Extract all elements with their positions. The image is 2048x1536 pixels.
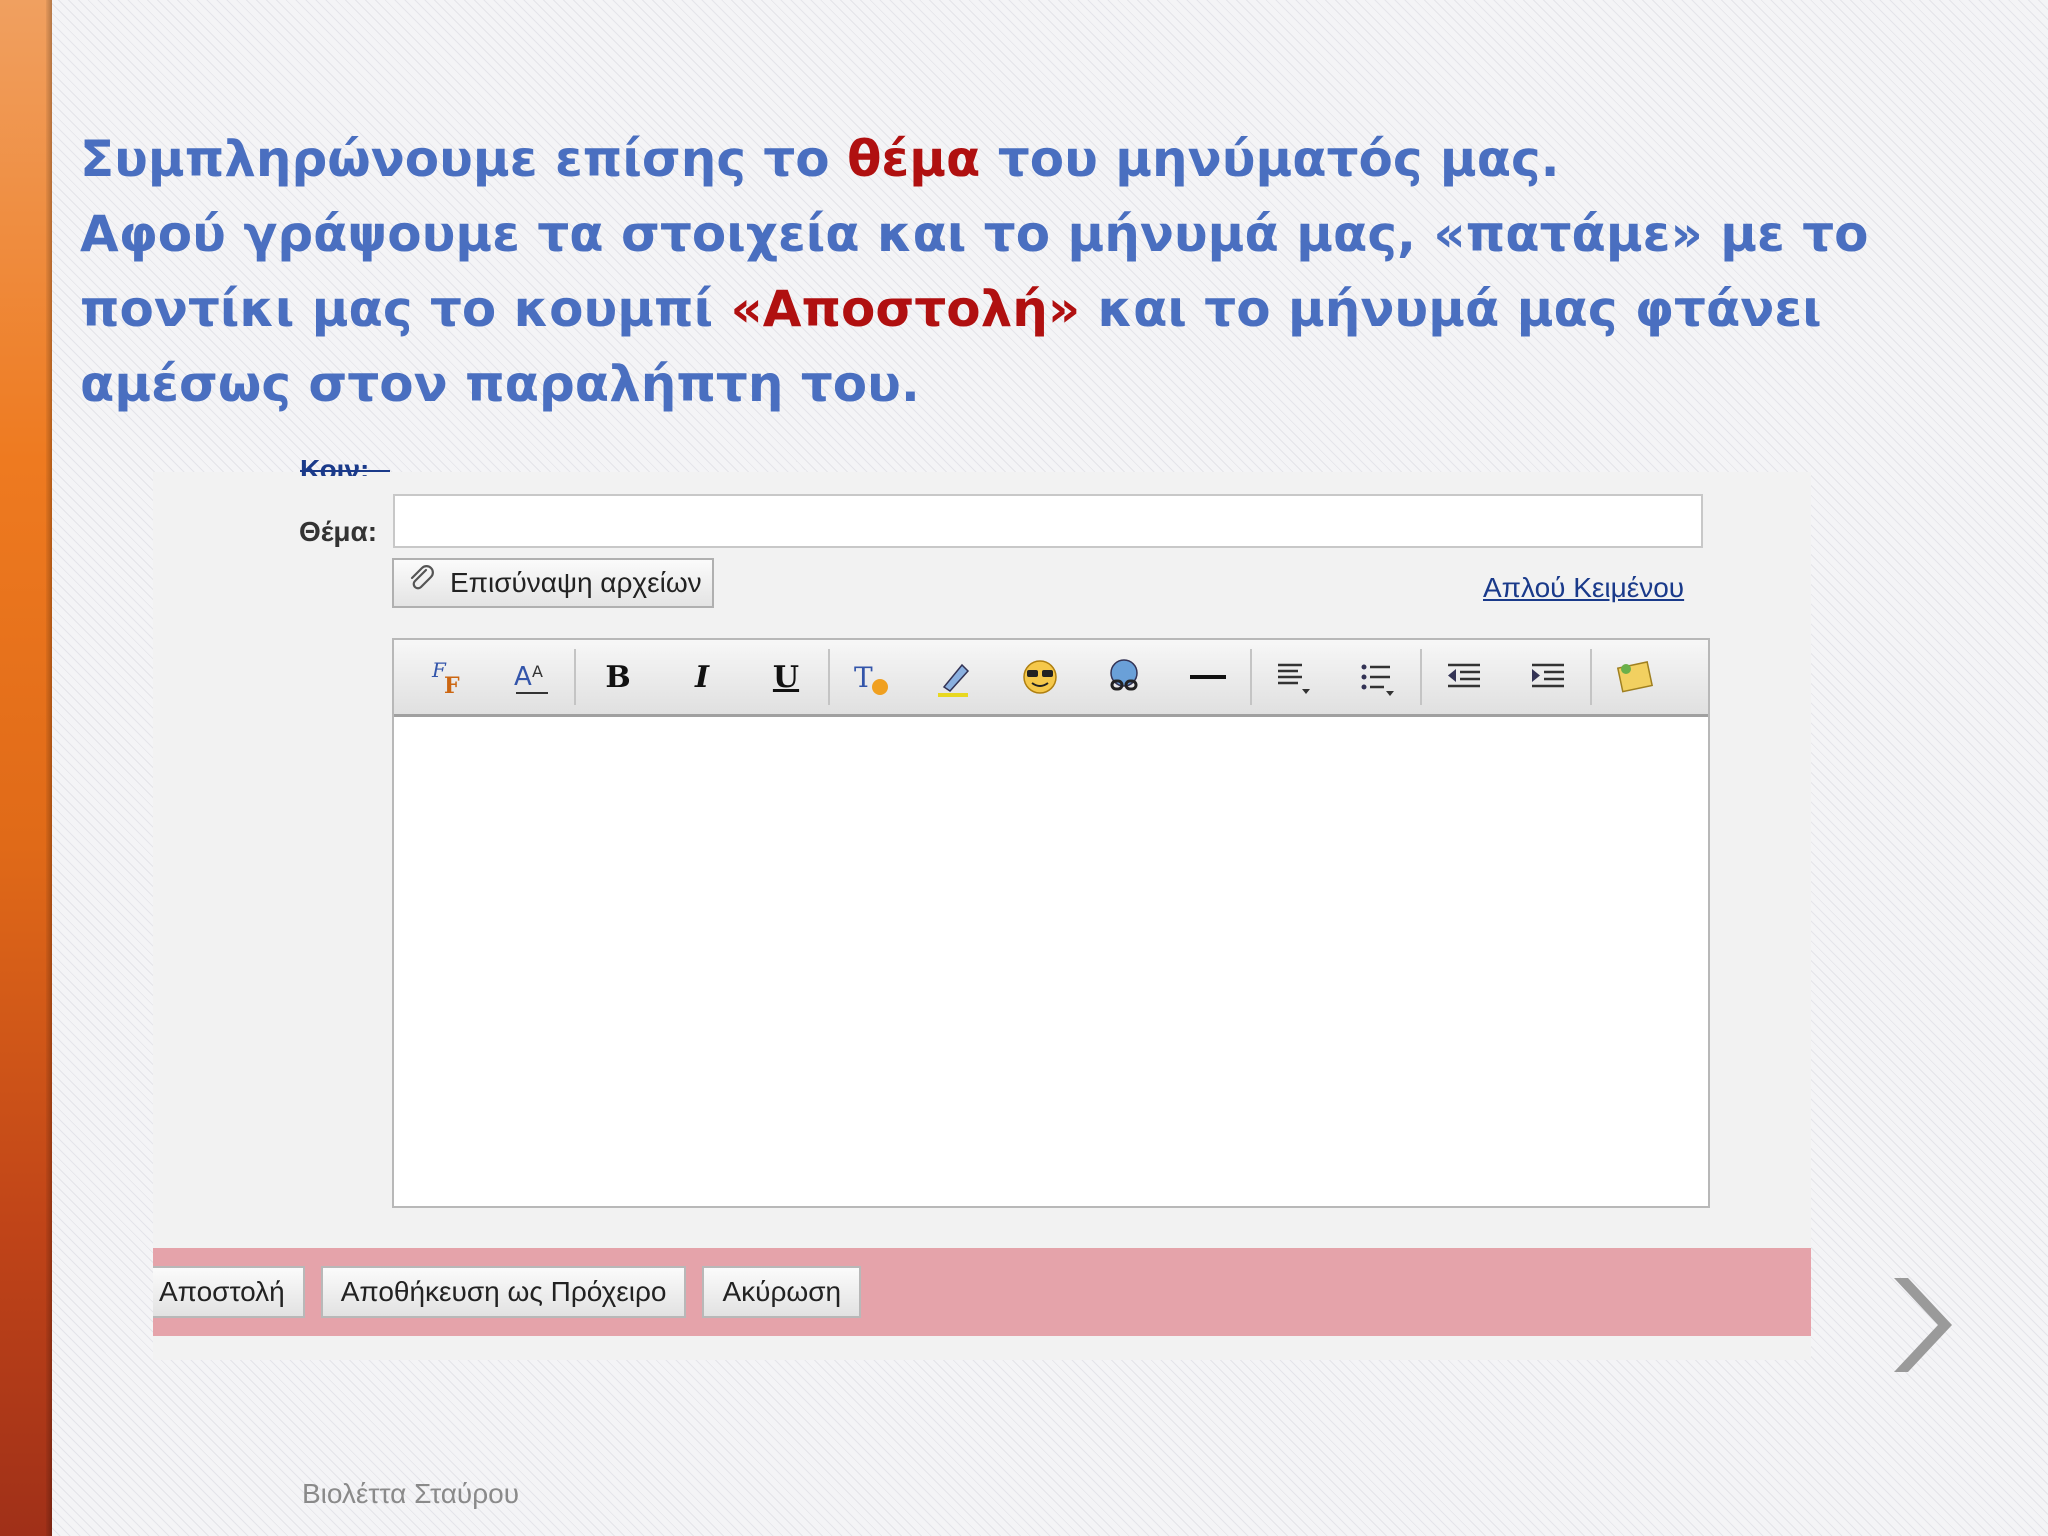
toolbar-separator <box>1590 649 1592 705</box>
subject-input[interactable] <box>393 494 1703 548</box>
font-icon[interactable]: FF <box>418 649 478 705</box>
slide-heading: Συμπληρώνουμε επίσης το θέμα του μηνύματ… <box>80 122 2010 422</box>
heading-line1-pre: Συμπληρώνουμε επίσης το <box>80 130 848 188</box>
align-icon[interactable] <box>1264 649 1324 705</box>
indent-icon[interactable] <box>1518 649 1578 705</box>
send-button[interactable]: Αποστολή <box>153 1266 305 1318</box>
slide-footer-author: Βιολέττα Σταύρου <box>302 1478 520 1509</box>
toolbar-separator <box>828 649 830 705</box>
bold-button[interactable]: B <box>588 649 648 705</box>
save-draft-button[interactable]: Αποθήκευση ως Πρόχειρο <box>320 1266 687 1318</box>
emoticon-icon[interactable] <box>1010 649 1070 705</box>
subject-label: Θέμα: <box>299 516 378 547</box>
editor-toolbar: FF AA B I U T <box>394 640 1708 717</box>
bold-icon: B <box>605 659 631 695</box>
highlight-icon[interactable] <box>926 649 986 705</box>
cut-off-label: Κοιν: <box>300 454 390 476</box>
slide-side-bar <box>0 0 52 1536</box>
toolbar-separator <box>574 649 576 705</box>
paperclip-icon <box>406 564 438 603</box>
stationery-icon[interactable] <box>1604 649 1664 705</box>
italic-icon: I <box>694 659 710 695</box>
next-slide-arrow-icon[interactable] <box>1880 1270 1960 1380</box>
action-bar: Αποστολή Αποθήκευση ως Πρόχειρο Ακύρωση <box>153 1248 1811 1336</box>
svg-text:A: A <box>532 662 543 681</box>
list-icon[interactable] <box>1348 649 1408 705</box>
italic-button[interactable]: I <box>672 649 732 705</box>
heading-line1-post: του μηνύματός μας. <box>980 130 1560 188</box>
text-color-icon[interactable]: T <box>842 649 902 705</box>
link-icon[interactable] <box>1094 649 1154 705</box>
svg-text:T: T <box>854 661 873 694</box>
toolbar-separator <box>1250 649 1252 705</box>
cancel-button[interactable]: Ακύρωση <box>702 1266 862 1318</box>
font-size-icon[interactable]: AA <box>502 649 562 705</box>
heading-highlight-send: «Αποστολή» <box>730 280 1081 338</box>
svg-text:F: F <box>444 673 460 699</box>
horizontal-rule-icon[interactable] <box>1178 649 1238 705</box>
message-body[interactable] <box>394 717 1708 1206</box>
toolbar-separator <box>1420 649 1422 705</box>
message-editor[interactable]: FF AA B I U T <box>392 638 1710 1208</box>
underline-icon: U <box>772 659 800 695</box>
heading-highlight-subject: θέμα <box>847 130 981 188</box>
compose-screenshot: Κοιν: Θέμα: Επισύναψη αρχείων Απλού Κειμ… <box>153 454 1811 1360</box>
outdent-icon[interactable] <box>1434 649 1494 705</box>
plain-text-link[interactable]: Απλού Κειμένου <box>1483 572 1684 604</box>
attach-files-button[interactable]: Επισύναψη αρχείων <box>392 558 714 608</box>
svg-text:A: A <box>514 662 532 692</box>
attach-files-label: Επισύναψη αρχείων <box>450 567 702 598</box>
underline-button[interactable]: U <box>756 649 816 705</box>
